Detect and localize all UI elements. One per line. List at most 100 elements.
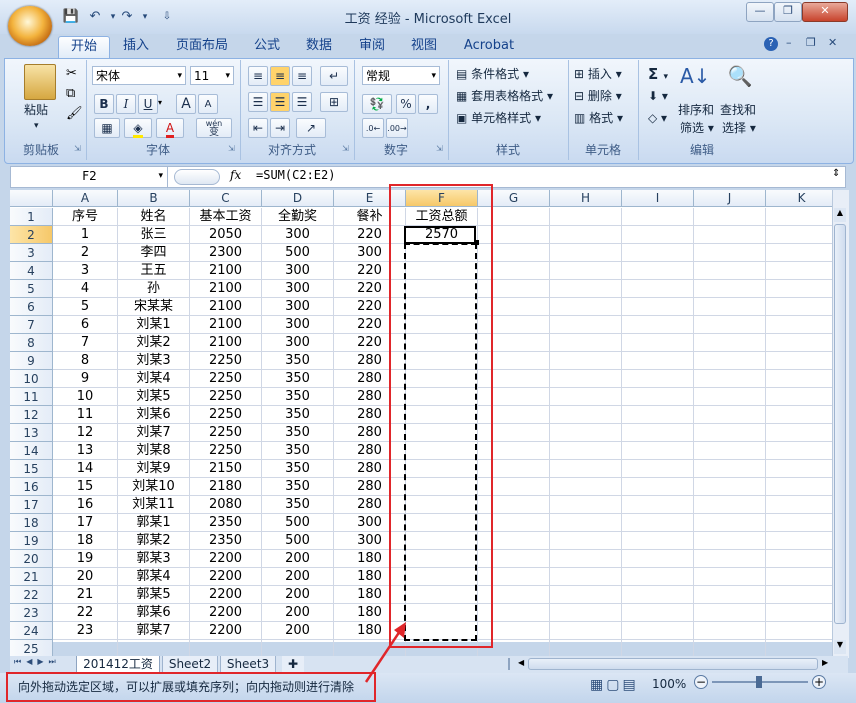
cell-j24[interactable] — [694, 622, 766, 640]
decrease-indent-icon[interactable]: ⇤ — [248, 118, 268, 138]
font-size-dropdown-icon[interactable]: ▾ — [225, 67, 230, 86]
paste-icon[interactable] — [24, 64, 56, 100]
copy-icon[interactable]: ⧉ — [66, 86, 75, 101]
customize-qat-icon[interactable]: ⇩ — [158, 8, 176, 26]
row-header-21[interactable]: 21 — [10, 568, 53, 586]
cell-a5[interactable]: 4 — [53, 280, 118, 298]
cell-h23[interactable] — [550, 604, 622, 622]
column-header-i[interactable]: I — [622, 190, 694, 207]
find-select-icon[interactable]: 🔍 — [726, 64, 754, 94]
cell-i18[interactable] — [622, 514, 694, 532]
scroll-up-icon[interactable]: ▲ — [834, 208, 846, 222]
cell-k17[interactable] — [766, 496, 838, 514]
cell-h16[interactable] — [550, 478, 622, 496]
cell-k11[interactable] — [766, 388, 838, 406]
cell-j12[interactable] — [694, 406, 766, 424]
row-header-1[interactable]: 1 — [10, 208, 53, 226]
increase-indent-icon[interactable]: ⇥ — [270, 118, 290, 138]
decrease-decimal-icon[interactable]: .00→ — [386, 118, 408, 138]
tab-insert[interactable]: 插入 — [114, 36, 158, 58]
cell-j20[interactable] — [694, 550, 766, 568]
cell-c15[interactable]: 2150 — [190, 460, 262, 478]
column-header-j[interactable]: J — [694, 190, 766, 207]
cell-a14[interactable]: 13 — [53, 442, 118, 460]
alignment-launcher-icon[interactable]: ⇲ — [342, 144, 349, 153]
cell-c2[interactable]: 2050 — [190, 226, 262, 244]
cell-b5[interactable]: 孙 — [118, 280, 190, 298]
tab-formulas[interactable]: 公式 — [248, 36, 286, 58]
cell-k3[interactable] — [766, 244, 838, 262]
cell-b14[interactable]: 刘某8 — [118, 442, 190, 460]
cell-d7[interactable]: 300 — [262, 316, 334, 334]
cell-d22[interactable]: 200 — [262, 586, 334, 604]
cell-c18[interactable]: 2350 — [190, 514, 262, 532]
cell-i1[interactable] — [622, 208, 694, 226]
cell-d4[interactable]: 300 — [262, 262, 334, 280]
row-header-13[interactable]: 13 — [10, 424, 53, 442]
cell-a21[interactable]: 20 — [53, 568, 118, 586]
row-header-3[interactable]: 3 — [10, 244, 53, 262]
cell-k14[interactable] — [766, 442, 838, 460]
percent-button[interactable]: % — [396, 94, 416, 114]
close-button[interactable]: ✕ — [802, 2, 848, 22]
ribbon-minimize-icon[interactable]: – — [786, 36, 792, 49]
cell-a8[interactable]: 7 — [53, 334, 118, 352]
cell-c23[interactable]: 2200 — [190, 604, 262, 622]
cell-c19[interactable]: 2350 — [190, 532, 262, 550]
clipboard-launcher-icon[interactable]: ⇲ — [74, 144, 81, 153]
cell-h20[interactable] — [550, 550, 622, 568]
row-header-8[interactable]: 8 — [10, 334, 53, 352]
cell-styles-button[interactable]: ▣ 单元格样式 ▾ — [456, 108, 541, 128]
orientation-icon[interactable]: ↗ — [296, 118, 326, 138]
cell-k12[interactable] — [766, 406, 838, 424]
cell-c7[interactable]: 2100 — [190, 316, 262, 334]
increase-decimal-icon[interactable]: .0← — [362, 118, 384, 138]
cell-b12[interactable]: 刘某6 — [118, 406, 190, 424]
row-header-7[interactable]: 7 — [10, 316, 53, 334]
cell-h3[interactable] — [550, 244, 622, 262]
help-icon[interactable]: ? — [764, 37, 778, 51]
cell-i10[interactable] — [622, 370, 694, 388]
number-format-dropdown-icon[interactable]: ▾ — [431, 67, 436, 86]
cell-h17[interactable] — [550, 496, 622, 514]
cell-j14[interactable] — [694, 442, 766, 460]
cell-h10[interactable] — [550, 370, 622, 388]
cell-b15[interactable]: 刘某9 — [118, 460, 190, 478]
sheet-tab-sheet3[interactable]: Sheet3 — [220, 656, 276, 673]
cell-d18[interactable]: 500 — [262, 514, 334, 532]
column-header-b[interactable]: B — [118, 190, 190, 207]
number-format-box[interactable]: 常规 ▾ — [362, 66, 440, 85]
vertical-scroll-thumb[interactable] — [834, 224, 846, 624]
cell-d14[interactable]: 350 — [262, 442, 334, 460]
cell-k2[interactable] — [766, 226, 838, 244]
cell-k19[interactable] — [766, 532, 838, 550]
cell-b20[interactable]: 郭某3 — [118, 550, 190, 568]
cell-h12[interactable] — [550, 406, 622, 424]
font-launcher-icon[interactable]: ⇲ — [228, 144, 235, 153]
cell-j10[interactable] — [694, 370, 766, 388]
cell-h22[interactable] — [550, 586, 622, 604]
tab-review[interactable]: 审阅 — [352, 36, 392, 58]
cell-h9[interactable] — [550, 352, 622, 370]
cell-b19[interactable]: 郭某2 — [118, 532, 190, 550]
cell-d11[interactable]: 350 — [262, 388, 334, 406]
cell-j3[interactable] — [694, 244, 766, 262]
align-top-icon[interactable]: ≡ — [248, 66, 268, 86]
formula-bar-splitter[interactable] — [174, 169, 220, 185]
cell-b24[interactable]: 郭某7 — [118, 622, 190, 640]
cell-h14[interactable] — [550, 442, 622, 460]
bold-button[interactable]: B — [94, 94, 114, 114]
cell-i5[interactable] — [622, 280, 694, 298]
cell-i17[interactable] — [622, 496, 694, 514]
cell-h1[interactable] — [550, 208, 622, 226]
formula-bar-expand-icon[interactable]: ⇕ — [832, 168, 840, 179]
cell-k10[interactable] — [766, 370, 838, 388]
zoom-out-icon[interactable]: − — [694, 675, 708, 689]
cell-k20[interactable] — [766, 550, 838, 568]
font-name-dropdown-icon[interactable]: ▾ — [177, 67, 182, 86]
cell-d20[interactable]: 200 — [262, 550, 334, 568]
cell-b3[interactable]: 李四 — [118, 244, 190, 262]
comma-button[interactable]: , — [418, 94, 438, 114]
cell-i2[interactable] — [622, 226, 694, 244]
cell-c24[interactable]: 2200 — [190, 622, 262, 640]
